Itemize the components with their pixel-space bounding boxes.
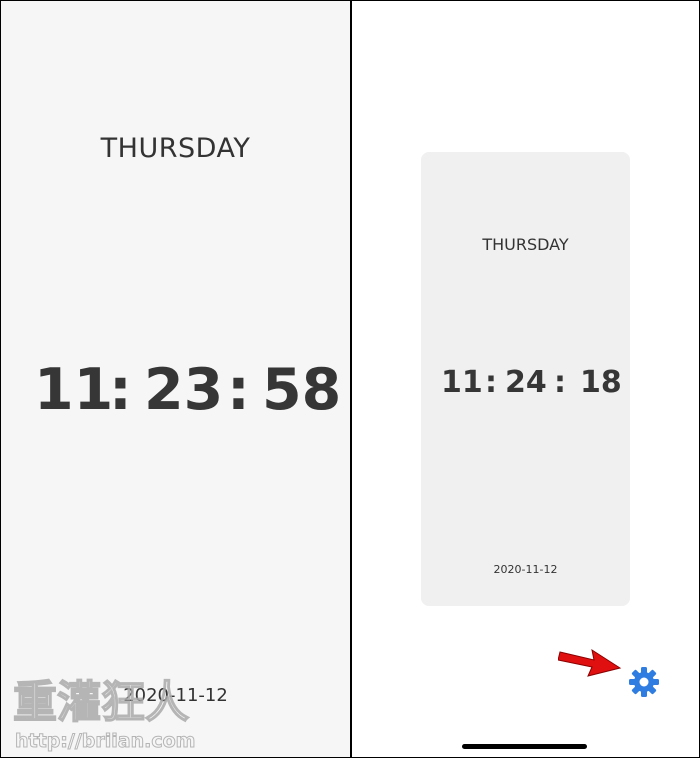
weekday-label: THURSDAY bbox=[100, 133, 251, 164]
preview-separator: : bbox=[485, 365, 497, 400]
clock-seconds: 58 bbox=[262, 357, 342, 423]
preview-date-label: 2020-11-12 bbox=[493, 563, 558, 576]
gear-icon[interactable] bbox=[628, 666, 660, 698]
preview-separator: : bbox=[554, 365, 566, 400]
preview-minutes: 24 bbox=[505, 365, 547, 400]
home-indicator[interactable] bbox=[462, 744, 587, 749]
clock-preview-card[interactable]: THURSDAY 11 : 24 : 18 2020-11-12 bbox=[421, 152, 630, 606]
clock-fullscreen-panel: THURSDAY 11 : 23 : 58 2020-11-12 重灌狂人 ht… bbox=[1, 1, 350, 757]
preview-weekday-label: THURSDAY bbox=[482, 235, 569, 254]
clock-separator: : bbox=[109, 357, 132, 423]
clock-minutes: 23 bbox=[144, 357, 224, 423]
red-arrow-icon bbox=[558, 648, 622, 677]
preview-seconds: 18 bbox=[580, 365, 622, 400]
svg-text:http://briian.com: http://briian.com bbox=[15, 730, 195, 752]
watermark: 重灌狂人 http://briian.com bbox=[12, 676, 196, 752]
settings-screen: THURSDAY 11 : 24 : 18 2020-11-12 bbox=[352, 1, 699, 757]
date-label: 2020-11-12 bbox=[123, 685, 228, 706]
clock-hours: 11 bbox=[34, 357, 114, 423]
preview-hours: 11 bbox=[441, 365, 483, 400]
clock-separator: : bbox=[227, 357, 250, 423]
